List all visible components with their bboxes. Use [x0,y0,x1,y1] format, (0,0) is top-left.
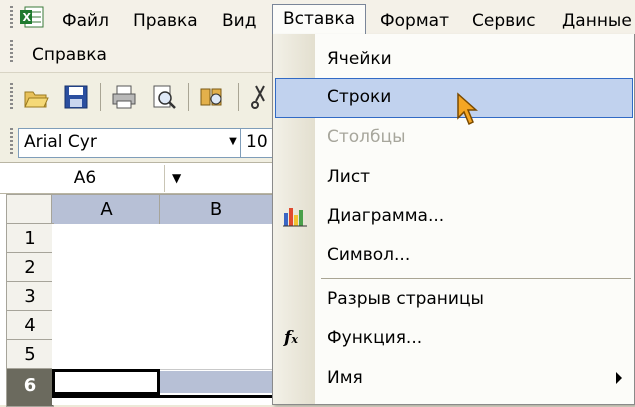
menu-item-page-break[interactable]: Разрыв страницы [273,280,634,318]
cell-a3[interactable] [52,282,161,312]
toolbar-separator [238,83,239,111]
mouse-cursor-icon [457,92,478,126]
menu-item-label: Разрыв страницы [327,289,484,309]
name-box[interactable]: A6 [6,165,165,192]
selected-cell-b6[interactable] [160,371,272,393]
menu-item-label: Символ... [327,245,411,265]
menu-item-cells[interactable]: Ячейки [273,40,634,78]
row-header-6[interactable]: 6 [6,368,54,407]
menu-view[interactable]: Вид [222,6,256,36]
cell-b5[interactable] [160,340,273,370]
cell-b3[interactable] [160,282,273,312]
menu-item-label: Функция... [327,328,423,348]
standard-toolbar [0,72,310,120]
row-header-1[interactable]: 1 [6,223,54,255]
menu-help[interactable]: Справка [32,40,107,70]
menu-item-function[interactable]: fx Функция... [273,319,634,357]
svg-text:X: X [23,11,32,24]
save-icon[interactable] [62,83,90,111]
menu-item-label: Столбцы [327,127,406,147]
cell-a2[interactable] [52,253,161,283]
row-header-2[interactable]: 2 [6,252,54,284]
menu-item-columns: Столбцы [273,118,634,156]
toolbar-separator [100,83,101,111]
menu-item-label: Диаграмма... [327,206,445,226]
research-icon[interactable] [198,83,226,111]
chevron-down-icon[interactable]: ▼ [172,165,181,192]
toolbar-separator [188,83,189,111]
row-header-4[interactable]: 4 [6,310,54,342]
cell-b2[interactable] [160,253,273,283]
menu-item-label: Лист [327,167,371,187]
cell-a4[interactable] [52,311,161,341]
chart-icon [283,208,307,227]
column-header-a[interactable]: A [51,194,162,226]
cell-b4[interactable] [160,311,273,341]
formatting-toolbar-grip[interactable] [10,128,13,156]
name-box-value: A6 [73,168,97,188]
menu-item-name[interactable]: Имя [273,359,634,397]
print-preview-icon[interactable] [150,83,178,111]
formatting-toolbar: Arial Cyr ▼ 10 [0,120,316,162]
menubar-grip[interactable] [10,6,13,28]
menu-item-chart[interactable]: Диаграмма... [273,197,634,235]
menu-item-label: Ячейки [327,49,392,69]
row-header-3[interactable]: 3 [6,281,54,313]
print-icon[interactable] [110,83,138,111]
menu-item-symbol[interactable]: Символ... [273,236,634,274]
active-cell-a6[interactable] [52,369,160,395]
menu-item-label: Строки [327,87,392,107]
cell-b1[interactable] [160,224,273,254]
select-all-corner[interactable] [6,194,54,226]
menu-item-sheet[interactable]: Лист [273,158,634,196]
cell-a5[interactable] [52,340,161,370]
menu-edit[interactable]: Правка [133,6,198,36]
formula-bar: A6 ▼ [0,162,310,194]
menu-item-rows[interactable]: Строки [275,78,633,118]
open-icon[interactable] [22,83,50,111]
spreadsheet-grid: A B 1 2 3 4 5 6 [0,194,310,407]
toolbar-grip[interactable] [10,83,13,111]
font-name-value: Arial Cyr [24,132,97,152]
function-icon: fx [284,328,298,348]
excel-app-icon[interactable]: X [20,6,46,28]
menu-insert[interactable]: Вставка [272,4,367,36]
menu-data[interactable]: Данные [562,6,632,36]
menu-file[interactable]: Файл [62,6,109,36]
menu-format[interactable]: Формат [380,6,449,36]
menu-tools[interactable]: Сервис [472,6,536,36]
cut-icon[interactable] [250,83,272,111]
column-header-b[interactable]: B [159,194,273,226]
menu-item-label: Имя [327,368,363,388]
row-header-5[interactable]: 5 [6,339,54,371]
menubar-grip-2[interactable] [10,40,13,62]
selection-border [52,395,272,405]
menu-separator [321,278,631,279]
submenu-arrow-icon [616,372,622,384]
font-name-select[interactable]: Arial Cyr ▼ [18,128,243,158]
cell-a1[interactable] [52,224,161,254]
insert-dropdown-menu: Ячейки Строки Столбцы Лист Диаграмма... … [272,34,635,405]
font-size-value: 10 [246,132,268,152]
